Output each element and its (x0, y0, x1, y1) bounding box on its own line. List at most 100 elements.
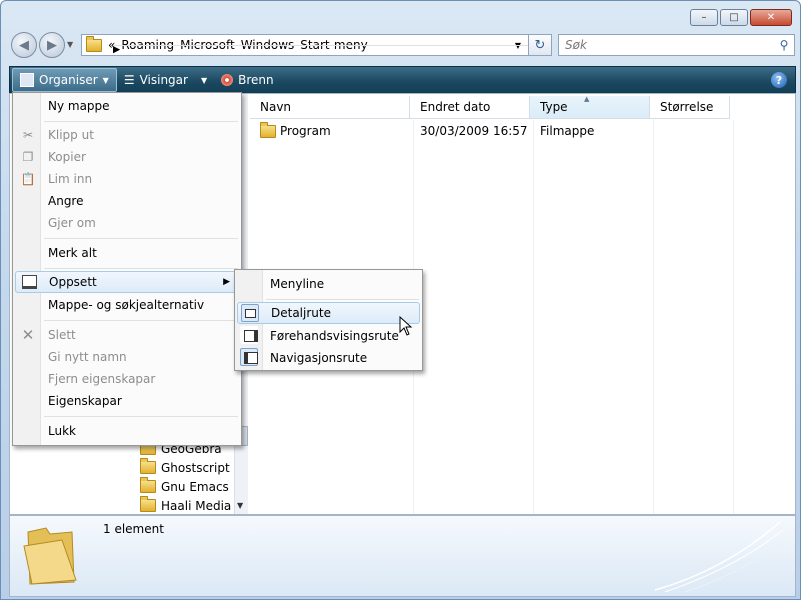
menu-item-label: Lukk (48, 424, 76, 438)
tree-item[interactable]: Haali Media S (140, 496, 243, 515)
menu-item-close[interactable]: Lukk (15, 420, 239, 442)
column-header-row: Navn Endret dato Type ▲ Størrelse (250, 95, 730, 119)
menu-item-details-pane[interactable]: Detaljrute (237, 302, 420, 324)
chevron-down-icon: ▼ (200, 75, 208, 85)
organize-menu: Ny mappe ✂ Klipp ut ❐ Kopier 📋 Lim inn Angr… (12, 92, 242, 446)
burn-disc-icon (221, 74, 234, 86)
menu-item-paste[interactable]: 📋 Lim inn (15, 168, 239, 190)
menu-item-rename[interactable]: Gi nytt namn (15, 346, 239, 368)
menu-item-label: Detaljrute (271, 306, 331, 320)
search-icon[interactable]: ⚲ (774, 38, 794, 52)
search-input[interactable]: Søk (565, 38, 774, 52)
column-header-name[interactable]: Navn (250, 96, 410, 118)
details-pane-icon (241, 304, 259, 322)
address-bar[interactable]: « Roaming ▶ Microsoft ▶ Windows ▶ Start-… (81, 34, 548, 56)
menu-item-cut[interactable]: ✂ Klipp ut (15, 124, 239, 146)
maximize-button[interactable]: □ (720, 9, 748, 26)
preview-pane-icon (240, 326, 258, 344)
menu-item-undo[interactable]: Angre (15, 190, 239, 212)
menu-item-new-folder[interactable]: Ny mappe (15, 95, 239, 117)
menu-separator (266, 299, 419, 300)
navigation-bar: ◀ ▶ ▼ « Roaming ▶ Microsoft ▶ Windows ▶ … (11, 32, 795, 58)
command-bar: Organiser ▼ ☰ Visingar ▼ Brenn ? (9, 66, 796, 94)
column-header-type[interactable]: Type ▲ (530, 95, 650, 118)
views-icon: ☰ (123, 73, 135, 87)
organize-label: Organiser (39, 73, 98, 87)
decorative-swoosh (654, 521, 784, 592)
menu-item-properties[interactable]: Eigenskapar (15, 390, 239, 412)
file-row[interactable]: Program 30/03/2009 16:57 Filmappe (250, 121, 730, 141)
scissors-icon: ✂ (22, 128, 34, 142)
menu-item-label: Navigasjonsrute (270, 351, 368, 365)
large-folder-icon (23, 527, 77, 585)
sort-arrow-icon: ▲ (584, 95, 590, 103)
column-divider (653, 120, 654, 514)
menu-item-label: Førehandsvisingsrute (270, 329, 399, 343)
history-dropdown-icon[interactable]: ▼ (67, 40, 73, 49)
menu-item-label: Fjern eigenskapar (48, 372, 156, 386)
chevron-down-icon: ▼ (102, 75, 109, 85)
file-size (650, 121, 730, 141)
file-name-cell: Program (250, 121, 410, 141)
menu-item-label: Angre (48, 194, 84, 208)
search-box[interactable]: Søk ⚲ (558, 34, 795, 56)
back-arrow-icon: ◀ (19, 37, 29, 53)
menu-item-menu-bar[interactable]: Menyline (237, 273, 420, 295)
menu-item-label: Ny mappe (48, 99, 110, 113)
burn-button[interactable]: Brenn (214, 69, 281, 91)
menu-item-preview-pane[interactable]: Førehandsvisingsrute (237, 325, 420, 347)
menu-separator (44, 238, 238, 239)
menu-item-label: Eigenskapar (48, 394, 122, 408)
menu-item-layout[interactable]: Oppsett ▶ (15, 271, 239, 293)
menu-item-delete[interactable]: ✕ Slett (15, 324, 239, 346)
refresh-icon: ↻ (534, 37, 546, 53)
menu-item-folder-options[interactable]: Mappe- og søkjealternativ (15, 294, 239, 316)
menu-item-copy[interactable]: ❐ Kopier (15, 146, 239, 168)
file-name: Program (280, 124, 331, 138)
forward-button[interactable]: ▶ (39, 32, 65, 58)
views-button[interactable]: ☰ Visingar ▼ (117, 69, 214, 91)
tree-item-label: Ghostscript (161, 460, 230, 475)
navigation-pane-icon (240, 348, 258, 366)
column-header-type-label: Type (540, 100, 568, 114)
menu-item-remove-properties[interactable]: Fjern eigenskapar (15, 368, 239, 390)
back-button[interactable]: ◀ (11, 32, 37, 58)
layout-submenu: Menyline Detaljrute Førehandsvisingsrute… (234, 269, 423, 371)
breadcrumb-separator-icon[interactable]: ▶ (113, 44, 538, 55)
tree-item-label: Haali Media S (161, 498, 243, 513)
column-header-size[interactable]: Størrelse (650, 96, 730, 118)
menu-item-label: Gjer om (48, 216, 96, 230)
mouse-pointer-icon (399, 316, 413, 336)
caption-buttons: – □ ✕ (690, 9, 792, 26)
help-button[interactable]: ? (771, 72, 787, 88)
menu-item-label: Merk alt (48, 246, 97, 260)
file-date: 30/03/2009 16:57 (420, 124, 528, 138)
menu-item-label: Lim inn (48, 172, 93, 186)
views-label: Visingar (139, 73, 188, 87)
file-type: Filmappe (540, 124, 595, 138)
menu-item-redo[interactable]: Gjer om (15, 212, 239, 234)
submenu-arrow-icon: ▶ (223, 277, 230, 287)
column-header-date[interactable]: Endret dato (410, 96, 530, 118)
close-button[interactable]: ✕ (750, 9, 792, 26)
scroll-down-icon[interactable]: ▼ (237, 501, 243, 510)
menu-separator (44, 121, 238, 122)
menu-item-label: Oppsett (49, 275, 97, 289)
minimize-button[interactable]: – (690, 9, 718, 26)
menu-item-label: Mappe- og søkjealternativ (48, 298, 205, 312)
folder-icon (140, 496, 156, 512)
organize-button[interactable]: Organiser ▼ (12, 68, 117, 92)
item-count: 1 element (103, 522, 164, 536)
menu-item-select-all[interactable]: Merk alt (15, 242, 239, 264)
tree-item[interactable]: Gnu Emacs (140, 477, 229, 496)
tree-item[interactable]: Ghostscript (140, 458, 230, 477)
details-pane: 1 element (9, 515, 796, 597)
folder-icon (260, 121, 276, 138)
menu-item-navigation-pane[interactable]: Navigasjonsrute (237, 347, 420, 369)
copy-icon: ❐ (22, 150, 34, 164)
folder-icon (140, 477, 156, 493)
menu-item-label: Menyline (270, 277, 325, 291)
organize-icon (20, 73, 34, 87)
refresh-button[interactable]: ↻ (528, 34, 552, 56)
folder-icon (86, 35, 102, 52)
